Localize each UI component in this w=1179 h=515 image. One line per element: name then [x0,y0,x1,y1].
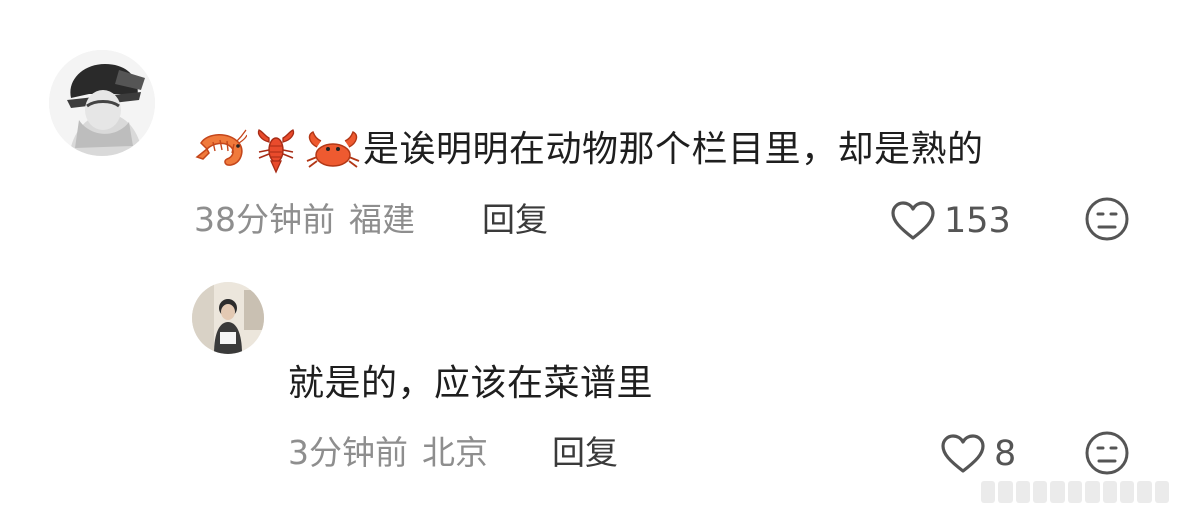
replier-avatar[interactable] [192,282,264,354]
reply-button[interactable]: 回复 [482,200,548,240]
like-count: 153 [944,201,1011,241]
lobster-icon [253,128,299,174]
reply-meta: 3分钟前 北京 [288,433,488,473]
reply-location: 北京 [422,433,488,472]
reply-like-button[interactable]: 8 [940,433,1016,475]
shrimp-icon [193,129,247,173]
reply-text: 就是的，应该在菜谱里 [288,363,654,404]
comment-time: 38分钟前 [194,200,335,239]
like-button[interactable]: 153 [890,200,1011,242]
comment-meta: 38分钟前 福建 [194,200,415,240]
meh-face-icon [1084,430,1130,476]
reply-dislike-button[interactable] [1084,430,1130,476]
heart-icon [890,200,936,242]
meh-face-icon [1084,196,1130,242]
heart-icon [940,433,986,475]
reply-reply-button[interactable]: 回复 [552,433,618,473]
crab-icon [305,129,361,173]
comment-text-body: 是诶明明在动物那个栏目里，却是熟的 [363,129,984,170]
reply-time: 3分钟前 [288,433,408,472]
comment-location: 福建 [349,200,415,239]
watermark-bar [981,481,1169,503]
commenter-avatar[interactable] [49,50,155,156]
comment-text: 是诶明明在动物那个栏目里，却是熟的 [193,128,984,174]
dislike-button[interactable] [1084,196,1130,242]
reply-like-count: 8 [994,434,1017,474]
emoji-group [193,128,361,174]
